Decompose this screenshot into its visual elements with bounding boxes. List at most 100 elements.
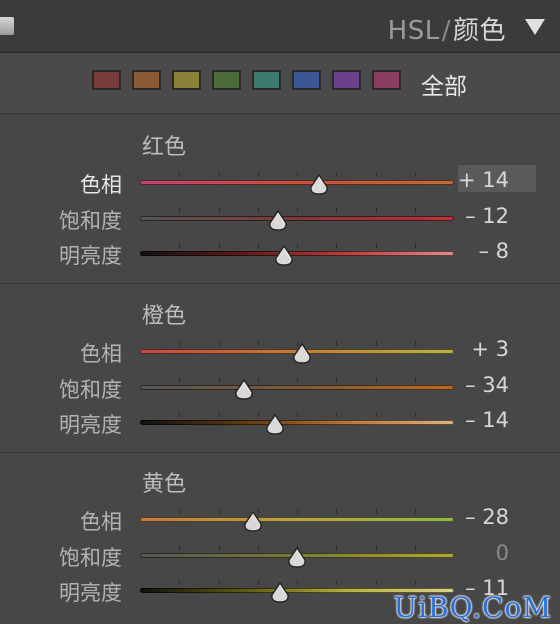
title-hsl[interactable]: HSL [388,16,440,46]
slider-tick [258,377,259,382]
slider-tick [219,545,220,550]
slider-label: 色相 [80,173,122,197]
slider-tick [297,580,298,585]
slider[interactable] [140,201,454,237]
slider-tick [376,341,377,346]
slider-tick [415,580,416,585]
slider-thumb-icon[interactable] [234,378,254,401]
slider-value: – 34 [465,373,509,397]
slider-value-field[interactable]: + 3 [458,334,536,361]
slider[interactable] [140,370,454,406]
slider-row: 色相 – 28 [0,502,560,538]
swatch-purple[interactable] [332,70,361,90]
slider-tick [179,341,180,346]
slider-thumb-icon[interactable] [309,173,329,196]
swatch-magenta[interactable] [372,70,401,90]
panel-title[interactable]: HSL/颜色 [388,10,506,47]
slider-tick [179,580,180,585]
slider-row: 色相 + 3 [0,334,560,370]
slider-tick [376,580,377,585]
swatch-green[interactable] [212,70,241,90]
slider-tick [336,377,337,382]
slider-track[interactable] [140,385,454,390]
slider-value: 0 [495,541,509,565]
slider[interactable] [140,502,454,538]
slider[interactable] [140,236,454,272]
slider-row: 色相 + 14 [0,165,560,201]
slider-tick [415,509,416,514]
slider-tick [376,509,377,514]
slider-track[interactable] [140,216,454,221]
slider-thumb-icon[interactable] [270,581,290,604]
slider-ticks [140,509,454,515]
slider-tick [219,208,220,213]
slider[interactable] [140,165,454,201]
all-colors-button[interactable]: 全部 [421,67,467,101]
color-swatches [92,70,401,90]
slider-value: – 28 [465,505,509,529]
slider-label: 饱和度 [59,378,122,402]
slider[interactable] [140,405,454,441]
slider-tick [336,341,337,346]
slider-thumb-icon[interactable] [268,209,288,232]
slider-tick [415,243,416,248]
swatch-red[interactable] [92,70,121,90]
slider-thumb-icon[interactable] [292,342,312,365]
slider-ticks [140,580,454,586]
title-color[interactable]: 颜色 [453,16,506,46]
swatch-orange[interactable] [132,70,161,90]
slider-tick [376,377,377,382]
swatch-yellow[interactable] [172,70,201,90]
slider-track[interactable] [140,517,454,522]
panel-switch-icon[interactable] [0,17,14,35]
slider-tick [415,208,416,213]
slider-tick [376,412,377,417]
slider-value-field[interactable]: – 8 [458,236,536,263]
slider-track[interactable] [140,251,454,256]
slider-value-field[interactable]: + 14 [458,165,536,192]
slider[interactable] [140,334,454,370]
slider-tick [297,509,298,514]
slider-value: – 12 [465,204,509,228]
slider-tick [179,509,180,514]
slider[interactable] [140,538,454,574]
slider-thumb-icon[interactable] [265,413,285,436]
hsl-color-panel: HSL/颜色 全部 红色 色相 + 14 饱和度 – 12 明亮度 – 8 橙色 色相 + 3 饱和… [0,0,560,624]
slider-tick [376,208,377,213]
slider-thumb-icon[interactable] [243,510,263,533]
slider-tick [376,545,377,550]
slider-value-field[interactable]: – 12 [458,201,536,228]
slider-track[interactable] [140,180,454,185]
slider-label: 色相 [80,342,122,366]
slider-value-field[interactable]: – 28 [458,502,536,529]
slider-value-field[interactable]: – 14 [458,405,536,432]
slider-tick [336,580,337,585]
slider-thumb-icon[interactable] [287,546,307,569]
slider-thumb-icon[interactable] [274,244,294,267]
slider-tick [179,545,180,550]
swatch-blue[interactable] [292,70,321,90]
slider-value: + 3 [471,337,509,361]
section-title: 黄色 [142,472,187,497]
slider-tick [415,545,416,550]
slider-value: – 8 [478,239,509,263]
slider-value: – 14 [465,408,509,432]
section-title: 红色 [142,135,187,160]
panel-header[interactable]: HSL/颜色 [0,0,560,53]
slider-row: 饱和度 – 12 [0,201,560,237]
slider-tick [297,412,298,417]
slider-track[interactable] [140,420,454,425]
slider-tick [415,341,416,346]
slider-value-field[interactable]: – 34 [458,370,536,397]
swatch-aqua[interactable] [252,70,281,90]
slider-tick [336,509,337,514]
triangle-down-icon[interactable] [522,14,548,38]
slider-tick [336,412,337,417]
slider-tick [219,172,220,177]
slider-value-field[interactable]: 0 [458,538,536,565]
slider-tick [258,412,259,417]
slider-tick [258,580,259,585]
slider-tick [258,545,259,550]
slider-tick [219,509,220,514]
slider-tick [219,412,220,417]
